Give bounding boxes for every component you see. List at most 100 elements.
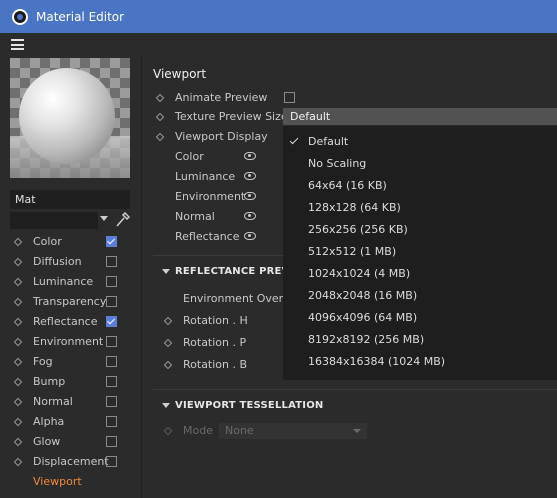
dropdown-option-label: 64x64 (16 KB) (308, 179, 387, 192)
keyframe-diamond-icon[interactable] (13, 277, 23, 287)
texture-size-dropdown-menu: Default No Scaling 64x64 (16 KB) 128x128 (6… (283, 126, 557, 380)
cinema4d-logo-icon (12, 8, 28, 25)
rotation-b-label: Rotation . B (183, 358, 248, 371)
channel-checkbox[interactable] (106, 316, 117, 327)
channel-checkbox[interactable] (106, 456, 117, 467)
material-layer-field[interactable] (10, 212, 98, 229)
material-name-field[interactable]: Mat (10, 190, 130, 209)
keyframe-diamond-icon[interactable] (155, 93, 165, 103)
keyframe-diamond-icon[interactable] (13, 397, 23, 407)
channel-label: Normal (33, 395, 73, 408)
viewport-tessellation-header[interactable]: VIEWPORT TESSELLATION (153, 397, 553, 417)
channel-label: Glow (33, 435, 61, 448)
dropdown-option[interactable]: 128x128 (64 KB) (283, 197, 557, 219)
channel-item[interactable]: Bump (0, 372, 141, 392)
dropdown-option[interactable]: 256x256 (256 KB) (283, 219, 557, 241)
channel-checkbox[interactable] (106, 336, 117, 347)
menu-bar (0, 33, 557, 55)
chevron-down-icon (353, 429, 361, 433)
channel-checkbox[interactable] (106, 236, 117, 247)
keyframe-diamond-icon[interactable] (13, 237, 23, 247)
dropdown-option[interactable]: 4096x4096 (64 MB) (283, 307, 557, 329)
channel-label: Alpha (33, 415, 65, 428)
channel-item[interactable]: Reflectance (0, 312, 141, 332)
keyframe-diamond-icon[interactable] (163, 338, 173, 348)
channel-label: Bump (33, 375, 66, 388)
channel-checkbox[interactable] (106, 256, 117, 267)
eye-icon[interactable] (244, 152, 256, 160)
eye-icon[interactable] (244, 232, 256, 240)
channel-checkbox[interactable] (106, 276, 117, 287)
dropdown-option-label: Default (308, 135, 349, 148)
keyframe-diamond-icon[interactable] (13, 457, 23, 467)
animate-preview-checkbox[interactable] (284, 92, 295, 103)
channel-item[interactable]: Glow (0, 432, 141, 452)
channel-item[interactable]: Normal (0, 392, 141, 412)
texture-preview-size-select[interactable]: Default (283, 108, 557, 125)
keyframe-diamond-icon[interactable] (155, 112, 165, 122)
channel-item[interactable]: Displacement (0, 452, 141, 472)
display-item-label: Reflectance (175, 230, 240, 243)
dropdown-option-label: 512x512 (1 MB) (308, 245, 397, 258)
channel-item[interactable]: Environment (0, 332, 141, 352)
rotation-h-label: Rotation . H (183, 314, 248, 327)
display-item-label: Normal (175, 210, 215, 223)
channel-label: Viewport (33, 475, 82, 488)
eye-icon[interactable] (244, 172, 256, 180)
channel-checkbox[interactable] (106, 356, 117, 367)
channel-item[interactable]: Luminance (0, 272, 141, 292)
channel-label: Luminance (33, 275, 94, 288)
keyframe-diamond-icon[interactable] (163, 316, 173, 326)
eye-icon[interactable] (244, 192, 256, 200)
channel-item[interactable]: Transparency (0, 292, 141, 312)
section-title: Viewport (153, 67, 207, 81)
dropdown-option[interactable]: 16384x16384 (1024 MB) (283, 351, 557, 373)
channel-item[interactable]: Alpha (0, 412, 141, 432)
dropdown-option-label: 256x256 (256 KB) (308, 223, 408, 236)
keyframe-diamond-icon (163, 426, 173, 436)
material-dropdown-arrow-icon[interactable] (100, 216, 108, 221)
keyframe-diamond-icon[interactable] (13, 317, 23, 327)
hamburger-menu-icon[interactable] (11, 39, 24, 50)
dropdown-option[interactable]: 8192x8192 (256 MB) (283, 329, 557, 351)
collapse-arrow-icon[interactable] (162, 269, 170, 274)
mode-value: None (225, 424, 254, 437)
keyframe-diamond-icon[interactable] (155, 132, 165, 142)
keyframe-diamond-icon[interactable] (13, 297, 23, 307)
channel-checkbox[interactable] (106, 416, 117, 427)
dropdown-option[interactable]: 2048x2048 (16 MB) (283, 285, 557, 307)
keyframe-diamond-icon[interactable] (163, 360, 173, 370)
display-item-label: Luminance (175, 170, 236, 183)
dropdown-option-label: 8192x8192 (256 MB) (308, 333, 425, 346)
dropdown-option[interactable]: 512x512 (1 MB) (283, 241, 557, 263)
channel-item[interactable]: Color (0, 232, 141, 252)
dropdown-option[interactable]: Default (283, 131, 557, 153)
keyframe-diamond-icon[interactable] (13, 357, 23, 367)
channel-label: Fog (33, 355, 53, 368)
dropdown-option[interactable]: 64x64 (16 KB) (283, 175, 557, 197)
channel-checkbox[interactable] (106, 436, 117, 447)
dropdown-option-label: 4096x4096 (64 MB) (308, 311, 418, 324)
channel-checkbox[interactable] (106, 376, 117, 387)
keyframe-diamond-icon[interactable] (13, 337, 23, 347)
rotation-p-label: Rotation . P (183, 336, 247, 349)
material-preview[interactable] (10, 58, 130, 178)
keyframe-diamond-icon[interactable] (13, 257, 23, 267)
eyedropper-icon[interactable] (114, 210, 130, 228)
preview-sphere (19, 68, 115, 164)
channel-item[interactable]: Viewport (0, 472, 141, 492)
dropdown-option[interactable]: No Scaling (283, 153, 557, 175)
display-item-label: Color (175, 150, 204, 163)
keyframe-diamond-icon[interactable] (13, 417, 23, 427)
keyframe-diamond-icon[interactable] (13, 377, 23, 387)
dropdown-option[interactable]: 1024x1024 (4 MB) (283, 263, 557, 285)
channel-checkbox[interactable] (106, 396, 117, 407)
keyframe-diamond-icon[interactable] (13, 437, 23, 447)
channel-item[interactable]: Diffusion (0, 252, 141, 272)
window-title: Material Editor (36, 9, 125, 24)
eye-icon[interactable] (244, 212, 256, 220)
collapse-arrow-icon[interactable] (162, 403, 170, 408)
channel-checkbox[interactable] (106, 296, 117, 307)
mode-select: None (219, 423, 367, 439)
channel-item[interactable]: Fog (0, 352, 141, 372)
